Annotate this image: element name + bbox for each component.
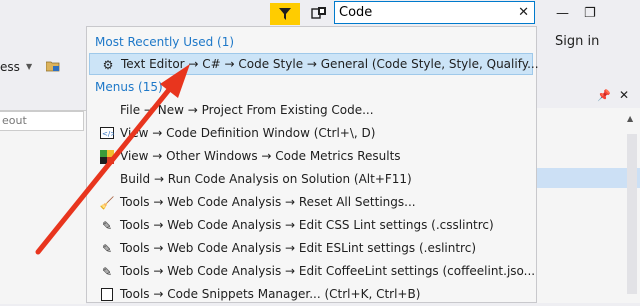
- chevron-down-icon[interactable]: ▼: [26, 62, 32, 71]
- quick-launch-box[interactable]: ✕: [334, 1, 535, 24]
- right-panel-selected-row[interactable]: [535, 168, 640, 188]
- list-item[interactable]: View → Other Windows → Code Metrics Resu…: [89, 146, 533, 168]
- pencil-icon: ✎: [101, 219, 113, 233]
- scroll-up-icon[interactable]: ▲: [627, 114, 633, 123]
- toolbar: ess ▼: [0, 50, 84, 86]
- code-metrics-icon: [99, 150, 115, 164]
- toolbar-dropdown-label[interactable]: ess: [0, 60, 20, 74]
- pencil-icon: ✎: [101, 265, 113, 279]
- broom-icon: 🧹: [99, 196, 115, 210]
- list-item[interactable]: Build → Run Code Analysis on Solution (A…: [89, 169, 533, 191]
- gear-icon: ⚙: [102, 58, 114, 72]
- minimize-button[interactable]: —: [556, 6, 569, 21]
- list-item[interactable]: File → New → Project From Existing Code.…: [89, 100, 533, 122]
- right-tool-window: 📌 ✕ ▲: [534, 86, 640, 303]
- search-input[interactable]: [339, 3, 509, 22]
- close-icon[interactable]: ✕: [619, 88, 629, 102]
- restore-button[interactable]: ❐: [584, 6, 596, 21]
- sign-in-link[interactable]: Sign in: [555, 34, 599, 49]
- feedback-button[interactable]: [270, 3, 300, 25]
- pencil-icon: ✎: [101, 242, 113, 256]
- quick-launch-icon[interactable]: [309, 4, 329, 24]
- quick-launch-results: Most Recently Used (1) ⚙ Text Editor → C…: [86, 26, 539, 303]
- folder-icon[interactable]: [46, 60, 60, 72]
- funnel-icon: [279, 8, 291, 20]
- clear-search-icon[interactable]: ✕: [518, 4, 529, 21]
- menus-section-header: Menus (15): [95, 80, 163, 94]
- recent-section-header: Most Recently Used (1): [95, 35, 235, 49]
- code-definition-window-icon: </>: [99, 127, 116, 141]
- list-item[interactable]: ⚙ Text Editor → C# → Code Style → Genera…: [89, 53, 539, 75]
- list-item[interactable]: 🧹 Tools → Web Code Analysis → Reset All …: [89, 192, 533, 214]
- list-item[interactable]: ✎ Tools → Web Code Analysis → Edit ESLin…: [89, 238, 533, 260]
- right-panel-header: 📌 ✕: [535, 86, 640, 108]
- title-bar: ✕ — ❐: [0, 0, 640, 28]
- list-item[interactable]: </> View → Code Definition Window (Ctrl+…: [89, 123, 533, 145]
- left-tool-window: eout: [0, 110, 86, 304]
- svg-text:</>: </>: [102, 130, 114, 138]
- pin-icon[interactable]: 📌: [597, 89, 611, 102]
- scrollbar[interactable]: [627, 134, 637, 294]
- list-item[interactable]: ✎ Tools → Web Code Analysis → Edit CSS L…: [89, 215, 533, 237]
- snippet-icon: [99, 288, 115, 302]
- left-panel-search-input[interactable]: eout: [0, 111, 84, 131]
- list-item[interactable]: ✎ Tools → Web Code Analysis → Edit Coffe…: [89, 261, 535, 283]
